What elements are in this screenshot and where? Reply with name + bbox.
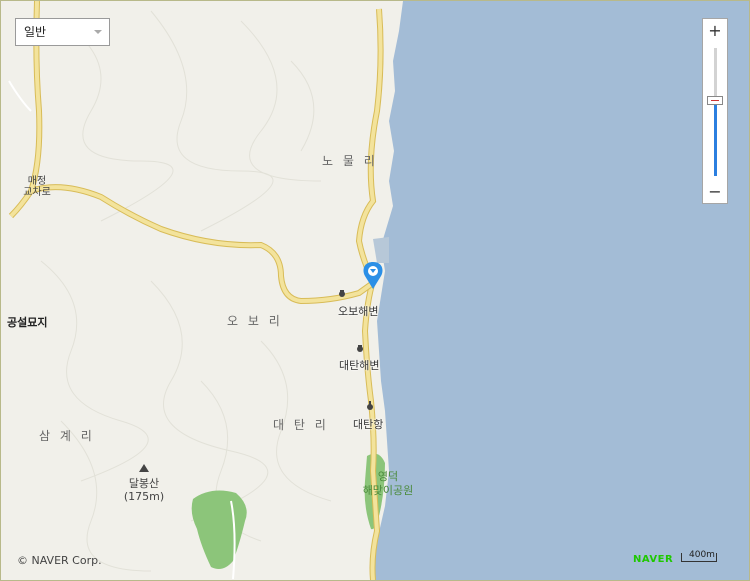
sea — [373, 1, 749, 580]
place-label-gongseol: 공설묘지 — [7, 316, 48, 329]
park-label-line1: 영덕 — [377, 470, 399, 483]
poi-label-daetan-beach[interactable]: 대탄해변 — [339, 357, 379, 373]
chevron-down-icon — [94, 30, 102, 34]
map-type-dropdown[interactable]: 일반 — [15, 18, 110, 46]
zoom-in-button[interactable]: + — [703, 20, 727, 42]
place-label-maejeong-line1: 매정 — [27, 176, 47, 187]
place-label-maejeong: 매정 교차로 — [20, 176, 54, 198]
place-label-maejeong-line2: 교차로 — [23, 187, 51, 198]
zoom-control[interactable]: + − — [702, 18, 728, 204]
zoom-slider-fill — [714, 105, 717, 176]
map-container[interactable]: 일반 + − 노 물 리 매정 교차로 오 보 리 공설묘지 오보해변 대탄해변… — [0, 0, 750, 581]
map-type-selected: 일반 — [24, 25, 47, 39]
mountain-label-dalbongsan: 달봉산 (175m) — [121, 477, 167, 503]
mountain-elevation: (175m) — [123, 490, 165, 503]
naver-logo[interactable]: NAVER — [633, 554, 673, 565]
scale-label: 400m — [689, 550, 715, 560]
place-label-daetan-ri: 대 탄 리 — [273, 418, 329, 432]
mountain-name: 달봉산 — [128, 477, 160, 490]
copyright-text: © NAVER Corp. — [17, 554, 102, 567]
park-label-yeongdeok: 영덕 해맞이공원 — [356, 470, 420, 498]
zoom-slider-handle[interactable] — [707, 96, 723, 106]
park-label-line2: 해맞이공원 — [362, 484, 414, 497]
zoom-out-button[interactable]: − — [703, 181, 727, 203]
place-label-obo-ri: 오 보 리 — [227, 314, 283, 328]
place-label-samgye-ri: 삼 계 리 — [39, 429, 95, 443]
poi-label-daetan-port[interactable]: 대탄항 — [353, 416, 383, 432]
poi-label-obo-beach[interactable]: 오보해변 — [338, 303, 378, 319]
place-label-nomul-ri: 노 물 리 — [322, 154, 378, 168]
